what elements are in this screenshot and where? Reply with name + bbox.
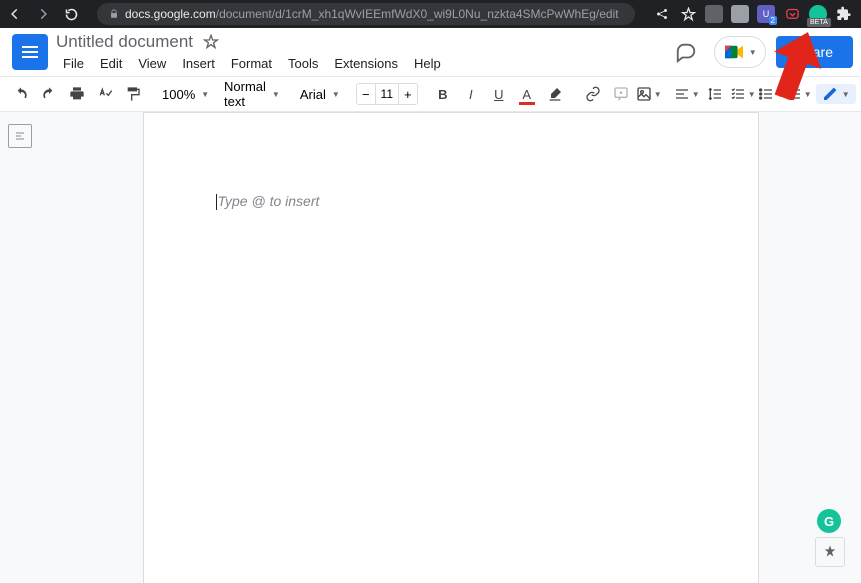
underline-button[interactable]: U [486, 81, 512, 107]
spellcheck-button[interactable] [92, 81, 118, 107]
browser-address-bar: docs.google.com/document/d/1crM_xh1qWvIE… [0, 0, 861, 28]
extensions-puzzle-icon[interactable] [835, 5, 853, 23]
font-size-stepper[interactable]: − + [356, 83, 418, 105]
outline-toggle-button[interactable] [8, 124, 32, 148]
chevron-down-icon: ▼ [332, 90, 340, 99]
bullet-list-button[interactable]: ▼ [758, 81, 784, 107]
chevron-down-icon: ▼ [272, 90, 280, 99]
grammarly-ext-icon[interactable]: BETA [809, 5, 827, 23]
redo-button[interactable] [36, 81, 62, 107]
menu-bar: File Edit View Insert Format Tools Exten… [56, 54, 668, 73]
paint-format-button[interactable] [120, 81, 146, 107]
menu-help[interactable]: Help [407, 54, 448, 73]
reload-button[interactable] [64, 7, 79, 22]
forward-button[interactable] [36, 7, 50, 21]
menu-format[interactable]: Format [224, 54, 279, 73]
lock-icon [109, 8, 119, 20]
docs-header: Untitled document File Edit View Insert … [0, 28, 861, 76]
chevron-down-icon: ▼ [804, 90, 812, 99]
chevron-down-icon: ▼ [654, 90, 662, 99]
line-spacing-button[interactable] [702, 81, 728, 107]
insert-link-button[interactable] [580, 81, 606, 107]
back-button[interactable] [8, 7, 22, 21]
chevron-down-icon: ▼ [748, 90, 756, 99]
paragraph-style-select[interactable]: Normal text▼ [220, 79, 284, 109]
document-title[interactable]: Untitled document [56, 32, 193, 52]
menu-edit[interactable]: Edit [93, 54, 129, 73]
share-icon[interactable] [653, 5, 671, 23]
menu-file[interactable]: File [56, 54, 91, 73]
chevron-down-icon: ▼ [776, 90, 784, 99]
font-size-increase[interactable]: + [399, 87, 417, 102]
text-color-button[interactable]: A [514, 81, 540, 107]
insert-comment-button[interactable] [608, 81, 634, 107]
chevron-down-icon: ▼ [201, 90, 209, 99]
extension-icon-2[interactable] [731, 5, 749, 23]
zoom-select[interactable]: 100%▼ [158, 87, 208, 102]
document-placeholder: Type @ to insert [216, 193, 686, 210]
chevron-down-icon: ▼ [692, 90, 700, 99]
bookmark-star-icon[interactable] [679, 5, 697, 23]
italic-button[interactable]: I [458, 81, 484, 107]
grammarly-float-button[interactable]: G [817, 509, 841, 533]
meet-button[interactable]: ▼ [714, 36, 766, 68]
font-size-input[interactable] [375, 84, 399, 104]
menu-extensions[interactable]: Extensions [327, 54, 405, 73]
chevron-down-icon: ▼ [749, 48, 757, 57]
editing-mode-button[interactable]: ▼ [816, 84, 856, 104]
numbered-list-button[interactable]: 123▼ [786, 81, 812, 107]
menu-tools[interactable]: Tools [281, 54, 325, 73]
editor-canvas: Type @ to insert [0, 112, 861, 583]
menu-view[interactable]: View [131, 54, 173, 73]
extension-icon-1[interactable] [705, 5, 723, 23]
url-bar[interactable]: docs.google.com/document/d/1crM_xh1qWvIE… [97, 3, 635, 25]
formatting-toolbar: 100%▼ Normal text▼ Arial▼ − + B I U A ▼ … [0, 76, 861, 112]
star-icon[interactable] [203, 34, 219, 50]
chevron-down-icon: ▼ [842, 90, 850, 99]
checklist-button[interactable]: ▼ [730, 81, 756, 107]
undo-button[interactable] [8, 81, 34, 107]
page-url: docs.google.com/document/d/1crM_xh1qWvIE… [125, 7, 619, 21]
pencil-icon [822, 86, 838, 102]
share-button[interactable]: Share [776, 36, 853, 68]
extension-icon-3[interactable]: U2 [757, 5, 775, 23]
insert-image-button[interactable]: ▼ [636, 81, 662, 107]
font-size-decrease[interactable]: − [357, 87, 375, 102]
svg-text:3: 3 [786, 95, 789, 100]
align-button[interactable]: ▼ [674, 81, 700, 107]
docs-logo[interactable] [12, 34, 48, 70]
comments-button[interactable] [668, 34, 704, 70]
menu-insert[interactable]: Insert [175, 54, 222, 73]
highlight-button[interactable] [542, 81, 568, 107]
explore-button[interactable] [815, 537, 845, 567]
document-page[interactable]: Type @ to insert [143, 112, 759, 583]
print-button[interactable] [64, 81, 90, 107]
font-select[interactable]: Arial▼ [296, 87, 344, 102]
pocket-icon[interactable] [783, 5, 801, 23]
bold-button[interactable]: B [430, 81, 456, 107]
